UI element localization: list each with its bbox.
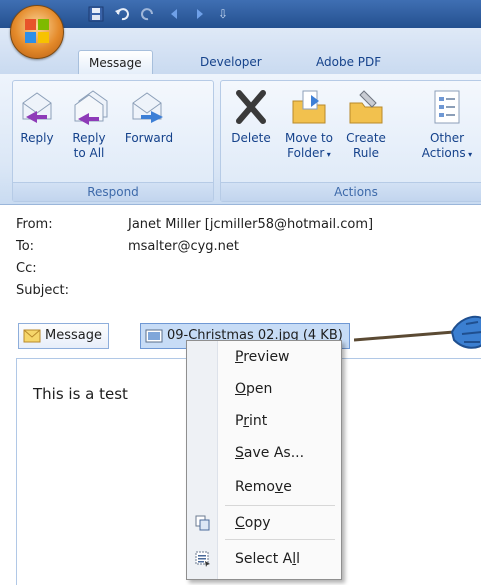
tab-message[interactable]: Message: [78, 50, 153, 75]
respond-group-label: Respond: [13, 182, 213, 201]
redo-icon[interactable]: [140, 6, 156, 22]
other-actions-label-line1: Other: [429, 131, 465, 145]
copy-icon: [195, 515, 210, 531]
reply-button[interactable]: Reply: [13, 87, 61, 146]
office-button[interactable]: [10, 5, 64, 59]
menu-item-print[interactable]: Print: [187, 407, 341, 435]
respond-group: Reply Reply to All Forward Respond: [12, 80, 214, 202]
envelope-icon: [23, 329, 41, 343]
menu-separator: [225, 505, 335, 506]
message-body-text: This is a test: [33, 385, 128, 403]
remove-label: Remove: [235, 479, 292, 495]
office-logo-icon: [25, 19, 49, 43]
message-attachment-tab[interactable]: Message: [18, 323, 109, 349]
reply-all-label-line1: Reply: [72, 131, 106, 145]
next-item-icon[interactable]: [192, 6, 208, 22]
menu-item-select-all[interactable]: Select All: [187, 545, 341, 573]
copy-label: Copy: [235, 515, 271, 531]
menu-item-open[interactable]: Open: [187, 375, 341, 403]
cc-label: Cc:: [16, 261, 37, 276]
print-label: Print: [235, 413, 268, 429]
ribbon-tab-row: Message Developer Adobe PDF: [0, 28, 481, 75]
create-rule-label-line2: Rule: [352, 146, 380, 160]
save-icon[interactable]: [88, 6, 104, 22]
reply-all-icon: [74, 90, 108, 125]
move-to-folder-button[interactable]: Move to Folder ▾: [279, 87, 339, 162]
forward-icon: [132, 92, 163, 123]
undo-icon[interactable]: [114, 6, 130, 22]
title-bar: ⇩: [0, 0, 481, 28]
preview-label: Preview: [235, 349, 290, 365]
delete-label: Delete: [231, 131, 271, 145]
move-to-folder-icon: [292, 90, 326, 124]
select-all-label: Select All: [235, 551, 300, 567]
from-value[interactable]: Janet Miller [jcmiller58@hotmail.com]: [128, 216, 373, 234]
customize-toolbar-icon[interactable]: ⇩: [218, 7, 228, 21]
reply-all-label-line2: to All: [73, 146, 105, 160]
move-to-label-line2: Folder ▾: [287, 146, 331, 160]
menu-item-save-as[interactable]: Save As...: [187, 439, 341, 467]
tab-adobe-pdf[interactable]: Adobe PDF: [306, 50, 391, 74]
other-actions-label-line2: Actions ▾: [421, 146, 473, 160]
tab-developer[interactable]: Developer: [190, 50, 272, 74]
move-to-label-line1: Move to: [284, 131, 334, 145]
actions-group: Delete Move to Folder ▾ Create Rule Othe…: [220, 80, 481, 202]
menu-item-preview[interactable]: Preview: [187, 343, 341, 371]
previous-item-icon[interactable]: [166, 6, 182, 22]
menu-item-copy[interactable]: Copy: [187, 509, 341, 537]
image-file-icon: [145, 329, 163, 343]
other-actions-icon: [434, 90, 460, 124]
menu-separator: [225, 539, 335, 540]
attachment-context-menu: Preview Open Print Save As... Remove Cop…: [186, 340, 342, 580]
reply-icon: [22, 92, 52, 123]
actions-group-label: Actions: [221, 182, 481, 201]
forward-label: Forward: [124, 131, 174, 145]
other-actions-button[interactable]: Other Actions ▾: [417, 87, 477, 162]
menu-item-remove[interactable]: Remove: [187, 473, 341, 501]
create-rule-label-line1: Create: [346, 131, 386, 145]
create-rule-button[interactable]: Create Rule: [341, 87, 391, 161]
create-rule-icon: [349, 90, 383, 124]
reply-label: Reply: [20, 131, 54, 145]
forward-button[interactable]: Forward: [117, 87, 181, 146]
quick-access-toolbar: ⇩: [88, 5, 228, 23]
open-label: Open: [235, 381, 273, 397]
select-all-icon: [195, 551, 210, 567]
subject-label: Subject:: [16, 283, 69, 298]
reply-to-all-button[interactable]: Reply to All: [63, 87, 115, 161]
save-as-label: Save As...: [235, 445, 305, 461]
ribbon: Reply Reply to All Forward Respond Delet…: [0, 74, 481, 205]
message-attachment-label: Message: [45, 328, 102, 343]
to-label: To:: [16, 239, 35, 254]
to-value[interactable]: msalter@cyg.net: [128, 238, 239, 256]
pointing-hand-icon: [354, 315, 481, 349]
from-label: From:: [16, 217, 53, 232]
delete-icon: [236, 90, 266, 124]
delete-button[interactable]: Delete: [225, 87, 277, 146]
